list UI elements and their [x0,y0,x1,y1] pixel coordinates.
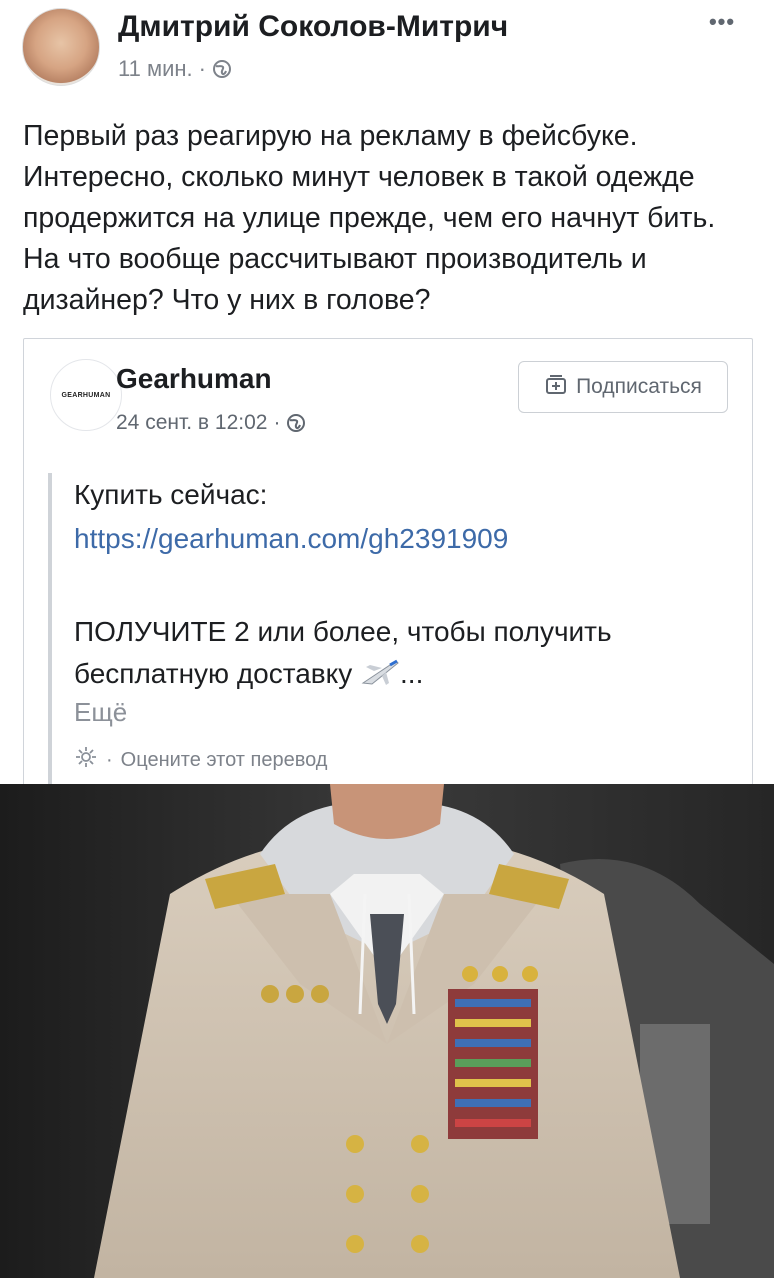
offer-ellipsis: ... [400,658,424,689]
product-photo[interactable] [0,784,774,1278]
post-meta: 11 мин. · [118,56,232,82]
page-logo[interactable]: GEARHUMAN [50,359,122,431]
shared-post-card: GEARHUMAN Gearhuman 24 сент. в 12:02 · П… [23,338,753,799]
globe-icon [212,59,232,79]
translation-row[interactable]: · Оцените этот перевод [74,745,327,775]
airplane-icon [360,657,400,687]
author-name[interactable]: Дмитрий Соколов-Митрич [118,10,508,44]
meta-separator: · [198,56,206,81]
buy-now-label: Купить сейчас: [74,479,268,510]
more-options-button[interactable]: ••• [700,8,744,36]
post-header: Дмитрий Соколов-Митрич 11 мин. · ••• [0,0,774,100]
page-name[interactable]: Gearhuman [116,363,272,395]
post-time[interactable]: 11 мин. [118,56,193,82]
rate-translation-label: Оцените этот перевод [120,748,328,771]
shared-meta-separator: · [273,411,281,434]
translation-separator: · [106,748,113,771]
author-avatar[interactable] [22,8,100,86]
quote-bar [48,473,52,787]
offer-text-body: ПОЛУЧИТЕ 2 или более, чтобы получить бес… [74,616,612,689]
follow-icon [544,372,568,402]
product-link[interactable]: https://gearhuman.com/gh2391909 [74,523,508,555]
globe-icon [286,413,306,433]
follow-label: Подписаться [576,375,702,398]
follow-button[interactable]: Подписаться [518,361,728,413]
offer-text: ПОЛУЧИТЕ 2 или более, чтобы получить бес… [74,611,714,695]
gear-icon [74,745,98,775]
post-text: Первый раз реагирую на рекламу в фейсбук… [23,120,716,316]
shared-post-time[interactable]: 24 сент. в 12:02 [116,411,267,435]
see-more-link[interactable]: Ещё [74,697,127,728]
shared-post-meta: 24 сент. в 12:02 · [116,411,306,435]
